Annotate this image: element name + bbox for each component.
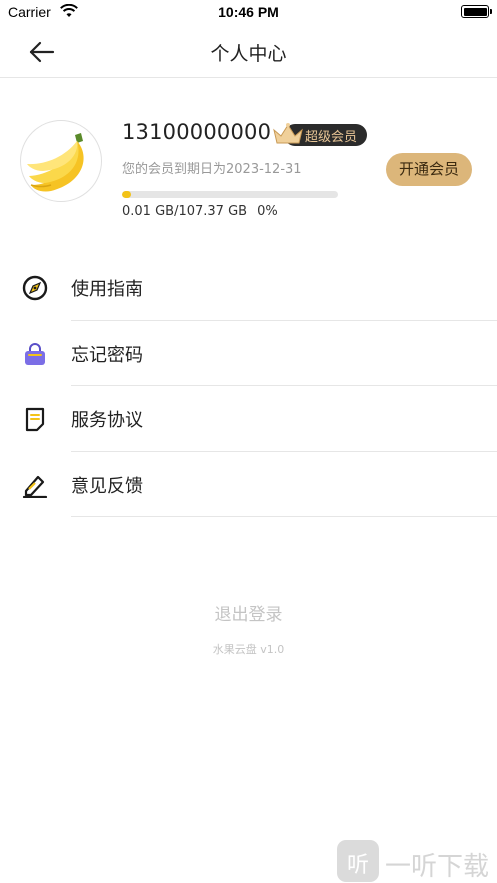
logout-button[interactable]: 退出登录	[0, 600, 497, 625]
document-icon	[25, 407, 45, 432]
menu-item-label: 服务协议	[71, 410, 143, 431]
compass-icon	[22, 275, 48, 301]
avatar[interactable]	[20, 120, 102, 202]
storage-percent: 0%	[257, 204, 278, 219]
watermark-logo: 听	[337, 840, 379, 882]
vip-badge: 超级会员	[272, 122, 367, 146]
status-bar: Carrier 10:46 PM	[0, 0, 497, 26]
menu-list: 使用指南 忘记密码 服务协议 意见反馈	[0, 255, 497, 517]
menu-item-feedback[interactable]: 意见反馈	[0, 452, 497, 517]
menu-item-guide[interactable]: 使用指南	[0, 255, 497, 321]
app-version: 水果云盘 v1.0	[212, 643, 285, 656]
storage-progress-fill	[122, 191, 131, 198]
menu-item-label: 意见反馈	[71, 475, 143, 497]
phone-number: 13100000000	[122, 120, 272, 144]
lock-icon	[25, 342, 45, 365]
menu-item-label: 使用指南	[71, 279, 143, 300]
crown-icon	[273, 123, 303, 144]
storage-used-total: 0.01 GB/107.37 GB	[122, 204, 248, 219]
storage-info: 0.01 GB/107.37 GB 0%	[122, 204, 288, 219]
battery-full-icon	[461, 5, 492, 18]
watermark: 听 一听下载	[337, 840, 497, 883]
nav-bar: 个人中心	[0, 26, 497, 78]
menu-item-label: 忘记密码	[71, 344, 143, 366]
watermark-logo-char: 听	[346, 853, 369, 878]
membership-expire-text: 您的会员到期日为2023-12-31	[122, 162, 302, 177]
storage-progress-bar	[122, 191, 338, 198]
vip-badge-label: 超级会员	[305, 130, 358, 145]
watermark-text: 一听下载	[385, 852, 490, 882]
status-time: 10:46 PM	[218, 4, 279, 20]
banana-icon	[27, 133, 84, 192]
menu-item-service-agreement[interactable]: 服务协议	[0, 386, 497, 452]
pencil-icon	[22, 475, 48, 498]
open-vip-button[interactable]: 开通会员	[386, 153, 472, 186]
page-title: 个人中心	[210, 43, 287, 65]
menu-item-forgot-password[interactable]: 忘记密码	[0, 321, 497, 386]
divider	[71, 516, 497, 517]
